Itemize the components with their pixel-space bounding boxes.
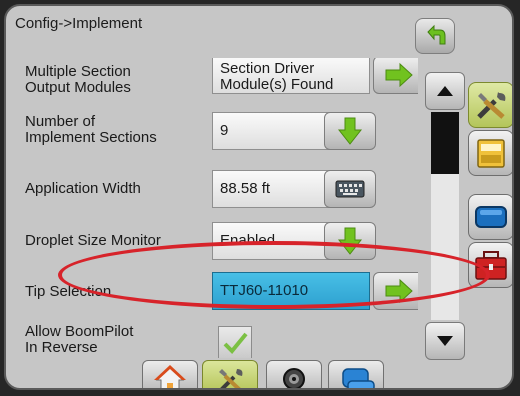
setting-row-tip-selection: Tip Selection TTJ60-11010 xyxy=(6,268,418,316)
next-button[interactable] xyxy=(373,58,418,94)
setting-row-droplet-size-monitor: Droplet Size Monitor Enabled xyxy=(6,216,418,264)
title-bar: Config->Implement xyxy=(6,6,512,56)
dropdown-button[interactable] xyxy=(324,222,376,260)
keyboard-icon xyxy=(335,180,365,198)
display-screen: Config->Implement Multiple Section Outpu… xyxy=(0,0,520,396)
side-tab-console[interactable] xyxy=(468,130,512,176)
back-arrow-icon xyxy=(427,24,446,45)
triangle-down-icon xyxy=(437,336,453,346)
setting-label: Multiple Section Output Modules xyxy=(25,63,131,96)
boompilot-reverse-checkbox[interactable] xyxy=(218,326,252,358)
tools-icon xyxy=(477,92,506,119)
setting-value-field: Section Driver Module(s) Found xyxy=(212,58,370,94)
arrow-right-icon xyxy=(385,278,413,304)
arrow-right-icon xyxy=(385,62,413,88)
dropdown-button[interactable] xyxy=(324,112,376,150)
bottom-tab-tools[interactable] xyxy=(202,360,258,388)
arrow-down-icon xyxy=(337,227,363,255)
bottom-tab-home[interactable] xyxy=(142,360,198,388)
keyboard-button[interactable] xyxy=(324,170,376,208)
side-tab-toolbox[interactable] xyxy=(468,242,512,288)
console-icon xyxy=(477,139,505,168)
guidance-icon xyxy=(342,368,375,388)
setting-value: 9 xyxy=(220,122,229,139)
setting-value: Section Driver Module(s) Found xyxy=(220,60,334,93)
next-button[interactable] xyxy=(373,272,418,310)
scroll-thumb[interactable] xyxy=(431,112,459,174)
setting-label: Allow BoomPilot In Reverse xyxy=(25,323,134,356)
camera-icon xyxy=(283,368,305,388)
scroll-track[interactable] xyxy=(431,112,459,320)
page-title: Config->Implement xyxy=(15,15,143,32)
bottom-tab-camera[interactable] xyxy=(266,360,322,388)
scroll-down-button[interactable] xyxy=(425,322,465,360)
checkmark-icon xyxy=(223,332,248,354)
scrollbar[interactable] xyxy=(425,72,465,360)
side-tab-tools[interactable] xyxy=(468,82,512,128)
display-icon xyxy=(475,206,507,228)
setting-value: 88.58 ft xyxy=(220,180,271,197)
setting-label: Application Width xyxy=(25,180,141,197)
setting-row-multiple-section-output: Multiple Section Output Modules Section … xyxy=(6,58,418,104)
toolbox-icon xyxy=(475,251,507,280)
config-panel: Config->Implement Multiple Section Outpu… xyxy=(4,4,514,390)
tools-icon xyxy=(219,369,243,388)
setting-value: Enabled xyxy=(220,232,276,249)
setting-value-field-selected[interactable]: TTJ60-11010 xyxy=(212,272,370,310)
back-button[interactable] xyxy=(415,18,455,54)
settings-list: Multiple Section Output Modules Section … xyxy=(6,58,418,358)
setting-label: Tip Selection xyxy=(25,283,112,300)
setting-value: TTJ60-11010 xyxy=(220,282,309,299)
setting-row-application-width: Application Width 88.58 ft xyxy=(6,166,418,214)
bottom-navigation xyxy=(124,360,404,388)
arrow-down-icon xyxy=(337,117,363,145)
triangle-up-icon xyxy=(437,86,453,96)
setting-label: Number of Implement Sections xyxy=(25,113,157,146)
side-tab-display[interactable] xyxy=(468,194,512,240)
bottom-tab-guidance[interactable] xyxy=(328,360,384,388)
scroll-up-button[interactable] xyxy=(425,72,465,110)
setting-row-implement-sections: Number of Implement Sections 9 xyxy=(6,108,418,156)
setting-row-boompilot-reverse: Allow BoomPilot In Reverse xyxy=(6,320,418,358)
home-icon xyxy=(154,365,186,388)
setting-label: Droplet Size Monitor xyxy=(25,232,161,249)
